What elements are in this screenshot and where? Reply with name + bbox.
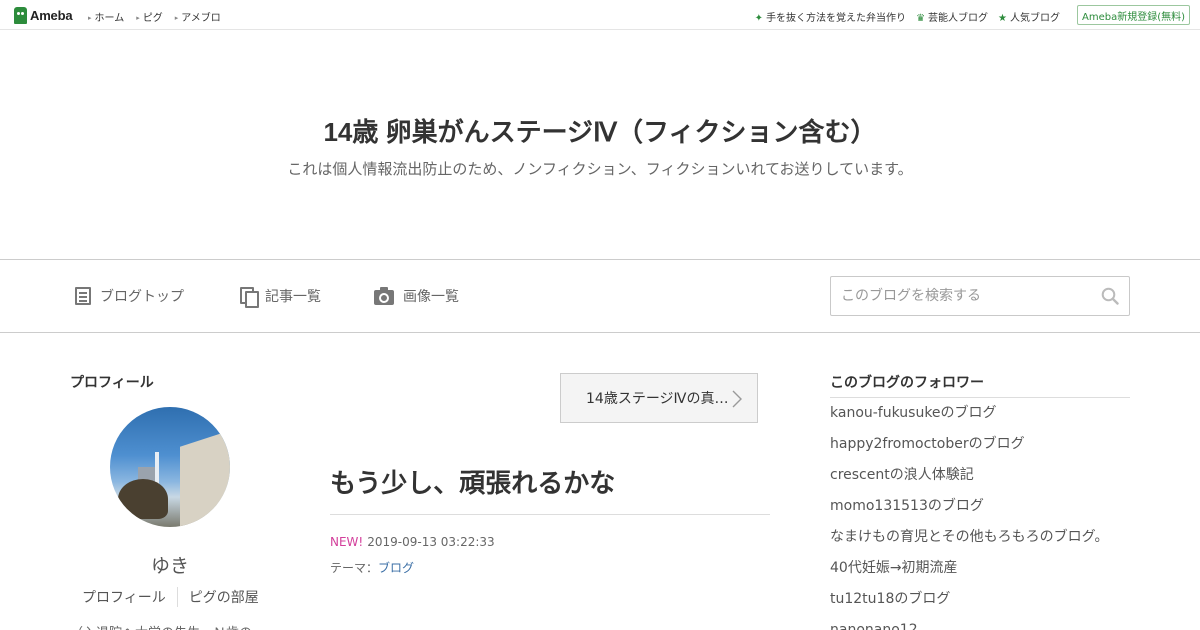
profile-links: プロフィール ピグの部屋 (82, 587, 270, 607)
ameba-logo[interactable]: Ameba (14, 6, 73, 24)
follower-item[interactable]: crescentの浪人体験記 (830, 466, 1130, 497)
copy-icon (240, 287, 259, 308)
avatar[interactable] (110, 407, 230, 527)
followers-heading: このブログのフォロワー (830, 375, 984, 391)
avatar-tree (118, 479, 168, 519)
new-badge: NEW! (330, 535, 364, 549)
nav-entry-list-label: 記事一覧 (265, 289, 321, 305)
profile-link[interactable]: プロフィール (82, 587, 178, 607)
camera-icon (374, 286, 394, 305)
nav-blog-top-label: ブログトップ (100, 289, 184, 305)
search-icon[interactable] (1101, 287, 1119, 305)
star-icon: ★ (998, 13, 1007, 24)
follower-item[interactable]: momo131513のブログ (830, 497, 1130, 528)
crown-icon: ♛ (916, 13, 926, 24)
follower-item[interactable]: kanou-fukusukeのブログ (830, 404, 1130, 435)
follower-item[interactable]: tu12tu18のブログ (830, 590, 1130, 621)
featured-link-label: 芸能人ブログ (928, 13, 989, 24)
search-input[interactable] (831, 277, 1091, 315)
ameba-logo-icon (14, 6, 27, 24)
avatar-building (180, 427, 230, 527)
next-entry-button[interactable]: 14歳ステージⅣの真… (560, 373, 758, 423)
pigg-room-link[interactable]: ピグの部屋 (178, 587, 270, 607)
profile-description: （入退院へ大学の先生。Ｎ歳の (70, 622, 290, 630)
divider (330, 514, 770, 515)
featured-link-label: 人気ブログ (1010, 13, 1060, 24)
signup-button[interactable]: Ameba新規登録(無料) (1077, 5, 1190, 25)
sparkle-icon: ✦ (754, 13, 764, 24)
follower-item[interactable]: なまけもの育児とその他もろもろのブログ。 (830, 528, 1130, 559)
entry-datetime: 2019-09-13 03:22:33 (367, 535, 495, 549)
next-entry-label: 14歳ステージⅣの真… (586, 391, 729, 407)
blog-nav: ブログトップ 記事一覧 画像一覧 (0, 259, 1200, 333)
logo-text: Ameba (30, 7, 73, 23)
profile-name[interactable]: ゆき (110, 551, 230, 578)
chevron-right-icon (732, 390, 742, 408)
blog-description: これは個人情報流出防止のため、ノンフィクション、フィクションいれてお送りしていま… (287, 160, 913, 178)
entry-title[interactable]: もう少し、頑張れるかな (330, 463, 615, 500)
follower-item[interactable]: nanonano12 (830, 621, 1130, 630)
global-nav: ホーム ピグ アメブロ (88, 9, 221, 24)
featured-link-bento[interactable]: ✦ 手を抜く方法を覚えた弁当作り (755, 9, 906, 24)
follower-item[interactable]: 40代妊娠→初期流産 (830, 559, 1130, 590)
document-icon (75, 287, 91, 305)
nav-image-list[interactable]: 画像一覧 (374, 286, 459, 306)
follower-item[interactable]: happy2fromoctoberのブログ (830, 435, 1130, 466)
nav-blog-top[interactable]: ブログトップ (75, 286, 184, 306)
global-nav-home[interactable]: ホーム (88, 9, 125, 24)
nav-image-list-label: 画像一覧 (403, 289, 459, 305)
theme-link[interactable]: ブログ (378, 561, 414, 575)
theme-label: テーマ： (330, 561, 379, 575)
follower-list: kanou-fukusukeのブログ happy2fromoctoberのブログ… (830, 404, 1130, 630)
blog-search (830, 276, 1130, 316)
global-header: Ameba ホーム ピグ アメブロ ✦手を抜く方法を覚えた弁当作り ♛芸能人ブロ… (0, 0, 1200, 30)
entry-meta: NEW! 2019-09-13 03:22:33 (330, 535, 495, 549)
entry-theme: テーマ：ブログ (330, 559, 414, 576)
global-nav-pigg[interactable]: ピグ (136, 9, 163, 24)
profile-heading: プロフィール (70, 375, 154, 391)
featured-link-popular[interactable]: ★ 人気ブログ (998, 9, 1060, 24)
nav-entry-list[interactable]: 記事一覧 (240, 286, 321, 308)
global-nav-ameblo[interactable]: アメブロ (175, 9, 221, 24)
featured-link-celebrity[interactable]: ♛ 芸能人ブログ (916, 9, 988, 24)
featured-links: ✦ 手を抜く方法を覚えた弁当作り ♛ 芸能人ブログ ★ 人気ブログ (755, 9, 1060, 24)
featured-link-label: 手を抜く方法を覚えた弁当作り (766, 13, 907, 24)
divider (830, 397, 1130, 398)
blog-title[interactable]: 14歳 卵巣がんステージⅣ（フィクション含む） (0, 112, 1200, 149)
